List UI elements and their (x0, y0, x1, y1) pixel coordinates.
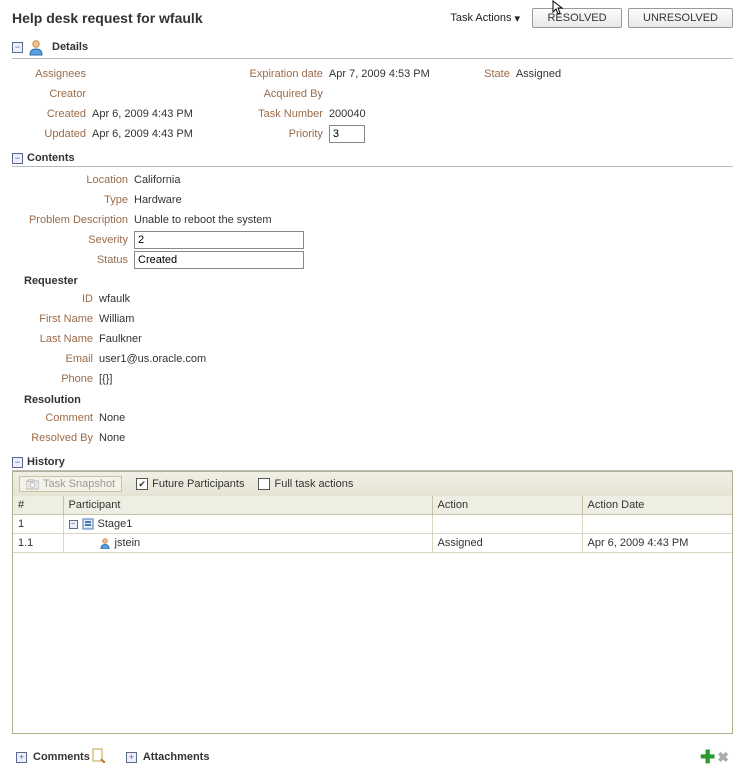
details-section-title: Details (52, 41, 88, 53)
value-id: wfaulk (99, 293, 130, 305)
label-first-name: First Name (18, 313, 93, 325)
value-state: Assigned (516, 68, 561, 80)
history-section-header: − History (12, 456, 733, 471)
remove-attachment-icon[interactable]: ✖ (717, 749, 729, 766)
cell-action-date (582, 515, 732, 534)
collapse-toggle-details[interactable]: − (12, 42, 23, 53)
resolution-subheading: Resolution (24, 394, 733, 406)
label-updated: Updated (26, 128, 86, 140)
add-comment-icon[interactable] (90, 748, 106, 766)
value-first-name: William (99, 313, 134, 325)
label-location: Location (18, 174, 128, 186)
value-expiration: Apr 7, 2009 4:53 PM (329, 68, 430, 80)
requester-subheading: Requester (24, 275, 733, 287)
cell-action (432, 515, 582, 534)
label-state: State (470, 68, 510, 80)
page-header: Help desk request for wfaulk Task Action… (12, 8, 733, 30)
task-actions-menu[interactable]: Task Actions ▾ (450, 12, 520, 25)
value-task-number: 200040 (329, 108, 366, 120)
value-comment: None (99, 412, 125, 424)
mouse-cursor (552, 0, 566, 16)
collapse-toggle-contents[interactable]: − (12, 153, 23, 164)
col-action[interactable]: Action (432, 496, 582, 515)
bottom-bar: + Comments + Attachments ✚ ✖ (12, 748, 733, 766)
task-actions-label: Task Actions (450, 12, 511, 24)
severity-input[interactable] (134, 231, 304, 249)
task-snapshot-button[interactable]: Task Snapshot (19, 476, 122, 492)
label-task-number: Task Number (233, 108, 323, 120)
contents-section-header: − Contents (12, 152, 733, 167)
col-num[interactable]: # (13, 496, 63, 515)
value-updated: Apr 6, 2009 4:43 PM (92, 128, 193, 140)
value-email: user1@us.oracle.com (99, 353, 206, 365)
history-table: # Participant Action Action Date 1 − Sta… (12, 496, 733, 734)
add-attachment-icon[interactable]: ✚ (700, 748, 715, 766)
full-task-actions-label: Full task actions (274, 478, 353, 490)
row-collapse-toggle[interactable]: − (69, 520, 78, 529)
label-phone: Phone (18, 373, 93, 385)
checkbox-icon: ✔ (136, 478, 148, 490)
status-input[interactable] (134, 251, 304, 269)
contents-section-title: Contents (27, 152, 75, 164)
label-comment: Comment (18, 412, 93, 424)
label-last-name: Last Name (18, 333, 93, 345)
cell-action-date: Apr 6, 2009 4:43 PM (582, 534, 732, 553)
history-section-title: History (27, 456, 65, 468)
col-action-date[interactable]: Action Date (582, 496, 732, 515)
user-icon (99, 537, 111, 549)
label-created: Created (26, 108, 86, 120)
comments-label: Comments (33, 751, 90, 763)
camera-icon (26, 479, 39, 490)
cell-num: 1 (13, 515, 63, 534)
label-assignees: Assignees (26, 68, 86, 80)
label-severity: Severity (18, 234, 128, 246)
value-type: Hardware (134, 194, 182, 206)
chevron-down-icon: ▾ (514, 12, 520, 25)
page-title: Help desk request for wfaulk (12, 10, 203, 26)
table-row[interactable]: 1 − Stage1 (13, 515, 732, 534)
value-resolved-by: None (99, 432, 125, 444)
future-participants-checkbox[interactable]: ✔ Future Participants (136, 478, 244, 490)
details-fields: Assignees Creator Created Apr 6, 2009 4:4… (12, 59, 733, 144)
participant-name: Stage1 (98, 518, 133, 530)
label-expiration: Expiration date (233, 68, 323, 80)
cell-action: Assigned (432, 534, 582, 553)
label-problem-desc: Problem Description (18, 214, 128, 226)
label-id: ID (18, 293, 93, 305)
value-location: California (134, 174, 180, 186)
cell-num: 1.1 (13, 534, 63, 553)
label-resolved-by: Resolved By (18, 432, 93, 444)
details-section-header: − Details (12, 38, 733, 59)
label-status: Status (18, 254, 128, 266)
col-participant[interactable]: Participant (63, 496, 432, 515)
user-icon (27, 38, 45, 56)
value-last-name: Faulkner (99, 333, 142, 345)
unresolved-button[interactable]: UNRESOLVED (628, 8, 733, 28)
full-task-actions-checkbox[interactable]: Full task actions (258, 478, 353, 490)
resolved-button[interactable]: RESOLVED (532, 8, 622, 28)
value-phone: [{}] (99, 373, 112, 385)
label-acquired-by: Acquired By (233, 88, 323, 100)
label-creator: Creator (26, 88, 86, 100)
value-problem-desc: Unable to reboot the system (134, 214, 272, 226)
history-empty-area (13, 553, 732, 733)
header-actions: Task Actions ▾ RESOLVED UNRESOLVED (450, 8, 733, 28)
table-row[interactable]: 1.1 jstein Assigned Apr 6, 2009 4:43 PM (13, 534, 732, 553)
label-type: Type (18, 194, 128, 206)
label-priority: Priority (233, 128, 323, 140)
attachments-label: Attachments (143, 751, 210, 763)
task-snapshot-label: Task Snapshot (43, 478, 115, 490)
contents-fields: Location California Type Hardware Problem … (12, 167, 733, 446)
participant-name: jstein (115, 537, 141, 549)
cell-participant: − Stage1 (63, 515, 432, 534)
value-created: Apr 6, 2009 4:43 PM (92, 108, 193, 120)
collapse-toggle-history[interactable]: − (12, 457, 23, 468)
checkbox-icon (258, 478, 270, 490)
history-toolbar: Task Snapshot ✔ Future Participants Full… (12, 471, 733, 496)
cell-participant: jstein (63, 534, 432, 553)
priority-input[interactable] (329, 125, 365, 143)
future-participants-label: Future Participants (152, 478, 244, 490)
stage-icon (82, 518, 94, 530)
label-email: Email (18, 353, 93, 365)
